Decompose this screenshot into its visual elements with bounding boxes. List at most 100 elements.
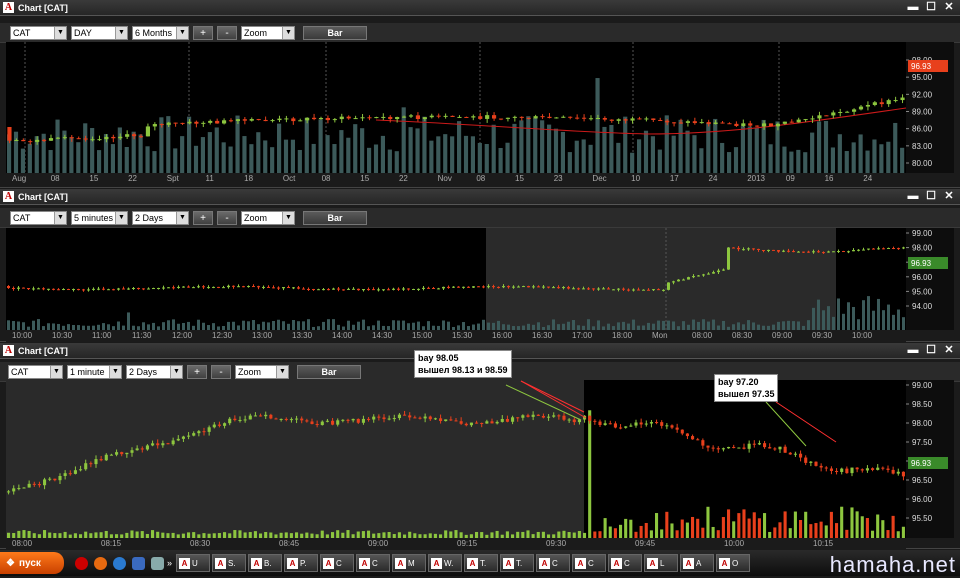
taskbar-task[interactable]: AC: [608, 554, 643, 572]
zoom-out-button[interactable]: -: [211, 364, 231, 379]
volume-bar: [13, 131, 19, 173]
candle-body: [207, 287, 210, 289]
volume-bar: [233, 530, 237, 538]
candle-body: [850, 467, 854, 474]
bar-style-button[interactable]: Bar: [303, 210, 367, 225]
volume-bar: [716, 530, 720, 538]
candle-body: [315, 424, 319, 426]
zoom-in-button[interactable]: +: [187, 364, 207, 379]
taskbar-task[interactable]: A T.: [464, 554, 499, 572]
candle-body: [382, 417, 386, 420]
range-select[interactable]: 2 Days ▼: [132, 210, 189, 225]
minimize-icon[interactable]: ▬: [906, 344, 920, 357]
zoom-in-button[interactable]: +: [193, 25, 213, 40]
taskbar-task[interactable]: A W.: [428, 554, 463, 572]
taskbar-task[interactable]: A P.: [284, 554, 319, 572]
candle-body: [47, 288, 50, 290]
candle-body: [127, 288, 130, 290]
candle-body: [768, 447, 772, 449]
maximize-icon[interactable]: ☐: [924, 344, 938, 357]
range-select[interactable]: 6 Months ▼: [132, 25, 189, 40]
volume-bar: [145, 146, 150, 173]
candle-body: [541, 415, 545, 418]
volume-bar: [782, 146, 787, 173]
computer-icon[interactable]: [151, 556, 164, 570]
x-axis-daily: Aug 08 15 22 Spt 11 18 Oct 08 15 22 Nov 08 15 23 Dec 10 1…: [6, 173, 906, 185]
candle-body: [125, 134, 130, 137]
candle-body: [83, 138, 88, 140]
minimize-icon[interactable]: ▬: [906, 1, 920, 14]
bar-style-button[interactable]: Bar: [297, 364, 361, 379]
candle-body: [327, 289, 330, 291]
candle-body: [454, 420, 458, 422]
window-titlebar[interactable]: A Chart [CAT] ▬ ☐ ✕: [0, 0, 960, 16]
close-icon[interactable]: ✕: [942, 1, 956, 14]
taskbar-task[interactable]: AC: [356, 554, 391, 572]
candle-body: [161, 443, 165, 446]
taskbar-task[interactable]: AM: [392, 554, 427, 572]
taskbar-task[interactable]: A T.: [500, 554, 535, 572]
zoom-select[interactable]: Zoom ▼: [241, 210, 295, 225]
zoom-out-button[interactable]: -: [217, 25, 237, 40]
candle-body: [752, 248, 755, 250]
interval-select[interactable]: DAY ▼: [71, 25, 128, 40]
chart-plot-daily[interactable]: 98.0095.0092.0089.0086.0083.0080.0096.93: [6, 42, 954, 173]
taskbar-task[interactable]: AC: [320, 554, 355, 572]
volume-bar: [339, 130, 344, 173]
x-tick-label: 10: [631, 174, 641, 183]
start-button[interactable]: ❖ пуск: [0, 552, 64, 574]
candle-body: [247, 286, 250, 288]
chevron-down-icon: ▼: [176, 211, 188, 224]
zoom-select[interactable]: Zoom ▼: [235, 364, 289, 379]
symbol-select[interactable]: CAT ▼: [10, 25, 67, 40]
volume-bar: [757, 518, 761, 538]
interval-select[interactable]: 1 minute ▼: [67, 364, 122, 379]
taskbar-task[interactable]: AU: [176, 554, 211, 572]
ie-icon[interactable]: [113, 556, 126, 570]
candle-body: [422, 287, 425, 289]
volume-bar: [737, 322, 740, 330]
chart-plot-1min[interactable]: 99.0098.5098.0097.5097.0096.5096.0095.50…: [6, 380, 954, 538]
volume-bar: [457, 121, 462, 173]
taskbar-task[interactable]: AO: [716, 554, 751, 572]
close-icon[interactable]: ✕: [942, 344, 956, 357]
candle-body: [577, 288, 580, 290]
volume-bar: [629, 519, 633, 538]
bar-style-button[interactable]: Bar: [303, 25, 367, 40]
interval-select[interactable]: 5 minutes ▼: [71, 210, 128, 225]
x-tick-label: 24: [863, 174, 873, 183]
taskbar-task[interactable]: AC: [572, 554, 607, 572]
volume-bar: [737, 513, 741, 538]
taskbar-task[interactable]: A B.: [248, 554, 283, 572]
symbol-select[interactable]: CAT ▼: [10, 210, 67, 225]
maximize-icon[interactable]: ☐: [924, 190, 938, 203]
volume-bar: [173, 148, 178, 173]
minimize-icon[interactable]: ▬: [906, 190, 920, 203]
candle-body: [685, 433, 689, 437]
maximize-icon[interactable]: ☐: [924, 1, 938, 14]
zoom-in-button[interactable]: +: [193, 210, 213, 225]
taskbar-task[interactable]: A S.: [212, 554, 247, 572]
close-icon[interactable]: ✕: [942, 190, 956, 203]
zoom-out-button[interactable]: -: [217, 210, 237, 225]
candle-body: [282, 287, 285, 289]
symbol-select[interactable]: CAT ▼: [8, 364, 63, 379]
candle-body: [777, 250, 780, 252]
window-titlebar[interactable]: A Chart [CAT] ▬ ☐ ✕: [0, 189, 960, 205]
x-tick-label: 13:30: [292, 331, 313, 340]
volume-bar: [747, 518, 751, 538]
zoom-select[interactable]: Zoom ▼: [241, 25, 295, 40]
overflow-icon[interactable]: »: [167, 558, 172, 568]
x-tick-label: 23: [553, 174, 563, 183]
volume-bar: [721, 517, 725, 538]
taskbar-task[interactable]: AL: [644, 554, 679, 572]
candle-body: [727, 446, 731, 449]
volume-bar: [727, 152, 732, 173]
taskbar-task[interactable]: AA: [680, 554, 715, 572]
save-icon[interactable]: [132, 556, 145, 570]
firefox-icon[interactable]: [94, 556, 107, 570]
taskbar-task[interactable]: AC: [536, 554, 571, 572]
chart-plot-5min[interactable]: 99.0098.0097.0096.0095.0094.0096.93: [6, 228, 954, 330]
opera-icon[interactable]: [75, 556, 88, 570]
range-select[interactable]: 2 Days ▼: [126, 364, 183, 379]
